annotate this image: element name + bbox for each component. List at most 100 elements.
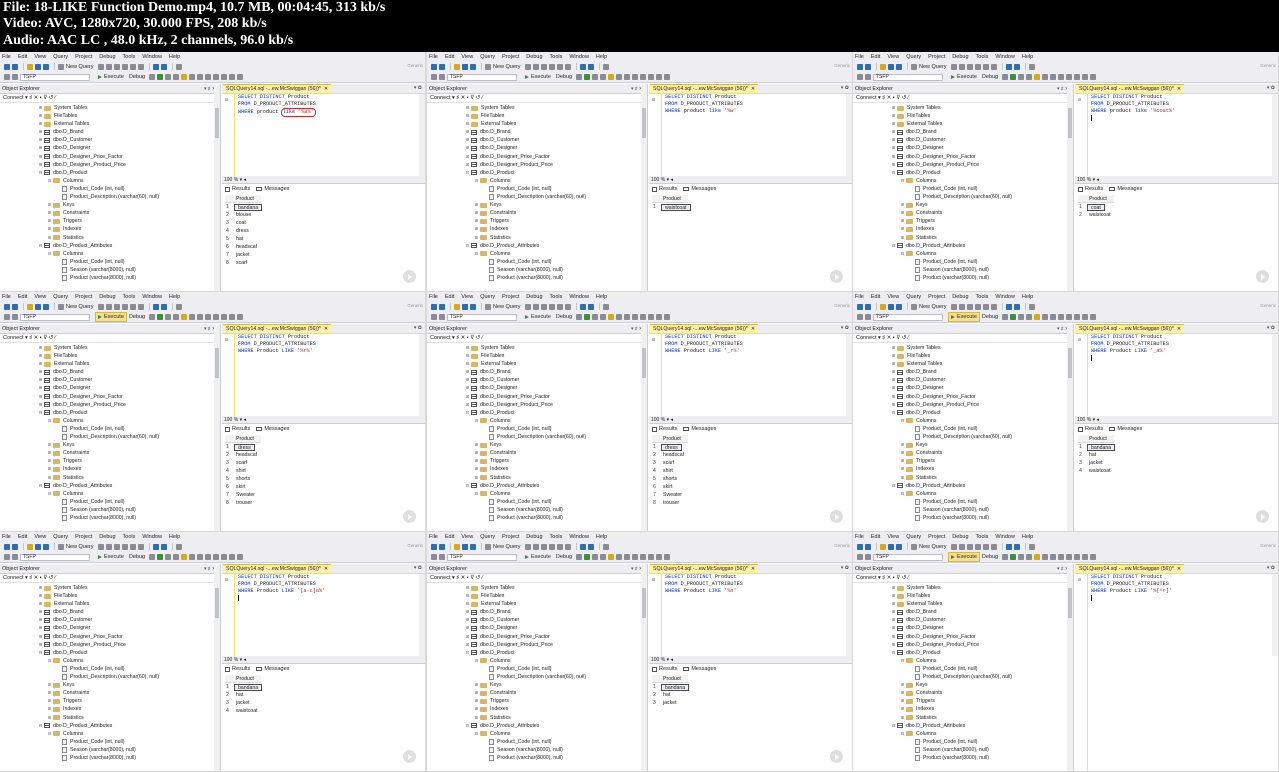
expand-icon[interactable]: ⊞ <box>900 689 905 697</box>
tree-item[interactable]: ⊟ Columns <box>427 250 647 258</box>
tree-item[interactable]: Product_Code (int, null) <box>853 258 1073 266</box>
menu-item-file[interactable]: File <box>2 534 11 540</box>
tree-item[interactable]: ⊟ Columns <box>0 177 220 185</box>
menu-item-query[interactable]: Query <box>906 294 921 300</box>
file-icon[interactable] <box>1058 554 1065 560</box>
new-query-button[interactable]: New Query <box>66 544 94 550</box>
tree-item[interactable]: Product_Code (int, null) <box>427 665 647 673</box>
save-all-icon[interactable] <box>43 303 49 310</box>
tree-item[interactable]: Product (varchar(8000), null) <box>853 754 1073 762</box>
table-row[interactable]: 2 headscaf <box>652 451 688 459</box>
tree-item[interactable]: ⊟ Columns <box>427 490 647 498</box>
tree-item[interactable]: ⊞ dbo.D_Customer <box>0 376 220 384</box>
tree-item[interactable]: ⊞ FileTables <box>427 112 647 120</box>
tree-item[interactable]: Product_Code (int, null) <box>853 425 1073 433</box>
indent-icon[interactable] <box>656 554 663 560</box>
plan-icon[interactable] <box>165 314 172 320</box>
tree-item[interactable]: Product_Description (varchar(60), null) <box>0 193 220 201</box>
table-row[interactable]: 6 skirt <box>225 483 261 491</box>
comment-icon[interactable] <box>1066 74 1073 80</box>
tree-item[interactable]: ⊞ Triggers <box>427 457 647 465</box>
menu-item-file[interactable]: File <box>2 54 11 60</box>
filter-icon[interactable] <box>431 74 437 80</box>
expand-icon[interactable]: ⊞ <box>465 616 470 624</box>
tree-item[interactable]: ⊞ dbo.D_Brand <box>0 608 220 616</box>
tree-item[interactable]: Product_Code (int, null) <box>427 738 647 746</box>
uncomment-icon[interactable] <box>221 314 228 320</box>
expand-icon[interactable]: ⊞ <box>465 136 470 144</box>
back-icon[interactable] <box>431 543 437 550</box>
expand-icon[interactable]: ⊞ <box>47 457 52 465</box>
forward-icon[interactable] <box>865 543 871 550</box>
tree-item[interactable]: Product_Description (varchar(60), null) <box>427 673 647 681</box>
expand-icon[interactable]: ⊞ <box>47 465 52 473</box>
expand-icon[interactable]: ⊞ <box>465 376 470 384</box>
filter-icon[interactable] <box>431 314 437 320</box>
file-icon[interactable] <box>205 74 212 80</box>
plan-icon[interactable] <box>600 314 607 320</box>
tree-item[interactable]: ⊞ System Tables <box>427 584 647 592</box>
sql-code[interactable]: ⊟ SELECT DISTINCT Product FROM D_PRODUCT… <box>1075 334 1278 416</box>
tab-messages[interactable]: Messages <box>683 664 716 674</box>
menu-item-help[interactable]: Help <box>1022 54 1033 60</box>
tab-query[interactable]: SQLQuery14.sql -...ew.McSwiggan (56))* ✕ <box>650 564 759 573</box>
tree-item[interactable]: ⊞ System Tables <box>0 104 220 112</box>
expand-icon[interactable]: ⊞ <box>891 136 896 144</box>
sql-code[interactable]: ⊟ SELECT DISTINCT Product FROM D_PRODUCT… <box>1075 574 1278 771</box>
uncomment-icon[interactable] <box>221 74 228 80</box>
tree-item[interactable]: ⊟ Columns <box>427 177 647 185</box>
expand-icon[interactable]: ⊞ <box>47 234 52 242</box>
filter-icon[interactable] <box>4 314 10 320</box>
collapse-icon[interactable]: ⊟ <box>47 490 52 498</box>
tree-item[interactable]: ⊞ dbo.D_Brand <box>0 128 220 136</box>
editor-scrollbar[interactable] <box>846 574 852 656</box>
tree-item[interactable]: ⊞ Indexes <box>427 465 647 473</box>
menu-item-tools[interactable]: Tools <box>976 534 989 540</box>
menu-item-view[interactable]: View <box>461 534 473 540</box>
uncomment-icon[interactable] <box>1074 314 1081 320</box>
grid-icon[interactable] <box>189 74 196 80</box>
expand-icon[interactable]: ⊞ <box>891 608 896 616</box>
query-icon[interactable] <box>958 63 965 70</box>
tree-item[interactable]: ⊞ dbo.D_Designer_Price_Factor <box>0 153 220 161</box>
editor-scrollbar[interactable] <box>1272 574 1278 656</box>
plan-icon[interactable] <box>165 554 172 560</box>
tree-item[interactable]: ⊟ Columns <box>427 417 647 425</box>
expand-icon[interactable]: ⊞ <box>474 209 479 217</box>
menu-item-tools[interactable]: Tools <box>976 294 989 300</box>
misc-icon[interactable] <box>175 63 182 70</box>
tree-item[interactable]: ⊞ FileTables <box>0 112 220 120</box>
copy-icon[interactable] <box>556 63 563 70</box>
redo-icon[interactable] <box>160 303 167 310</box>
table-row[interactable]: 1 bandana <box>225 683 263 691</box>
tree-item[interactable]: Season (varchar(8000), null) <box>853 746 1073 754</box>
tree-item[interactable]: Product_Description (varchar(60), null) <box>853 673 1073 681</box>
tree-item[interactable]: ⊞ dbo.D_Designer_Price_Factor <box>853 393 1073 401</box>
tree-item[interactable]: Product (varchar(8000), null) <box>853 514 1073 522</box>
tree-item[interactable]: ⊞ Statistics <box>427 474 647 482</box>
forward-icon[interactable] <box>12 303 18 310</box>
tree-item[interactable]: Product_Description (varchar(60), null) <box>427 433 647 441</box>
collapse-icon[interactable]: ⊟ <box>225 97 228 103</box>
undo-icon[interactable] <box>1005 543 1012 550</box>
tree-item[interactable]: ⊞ dbo.D_Designer <box>0 144 220 152</box>
menu-item-help[interactable]: Help <box>169 294 180 300</box>
tree-scrollbar[interactable] <box>641 324 647 531</box>
plan-icon[interactable] <box>592 74 599 80</box>
expand-icon[interactable]: ⊞ <box>465 352 470 360</box>
menu-item-file[interactable]: File <box>429 294 438 300</box>
save-icon[interactable] <box>888 303 894 310</box>
menu-item-tools[interactable]: Tools <box>123 294 136 300</box>
comment-icon[interactable] <box>213 554 220 560</box>
plan-icon[interactable] <box>1026 74 1033 80</box>
collapse-icon[interactable]: ⊟ <box>465 482 470 490</box>
expand-icon[interactable]: ⊞ <box>900 225 905 233</box>
expand-icon[interactable]: ⊞ <box>891 104 896 112</box>
expand-icon[interactable]: ⊞ <box>891 401 896 409</box>
copy-icon[interactable] <box>982 303 989 310</box>
expand-icon[interactable]: ⊞ <box>474 681 479 689</box>
grid-icon[interactable] <box>1042 314 1049 320</box>
intellisense-icon[interactable] <box>181 74 188 80</box>
save-all-icon[interactable] <box>470 63 476 70</box>
results-column-header[interactable]: Product <box>652 435 688 443</box>
